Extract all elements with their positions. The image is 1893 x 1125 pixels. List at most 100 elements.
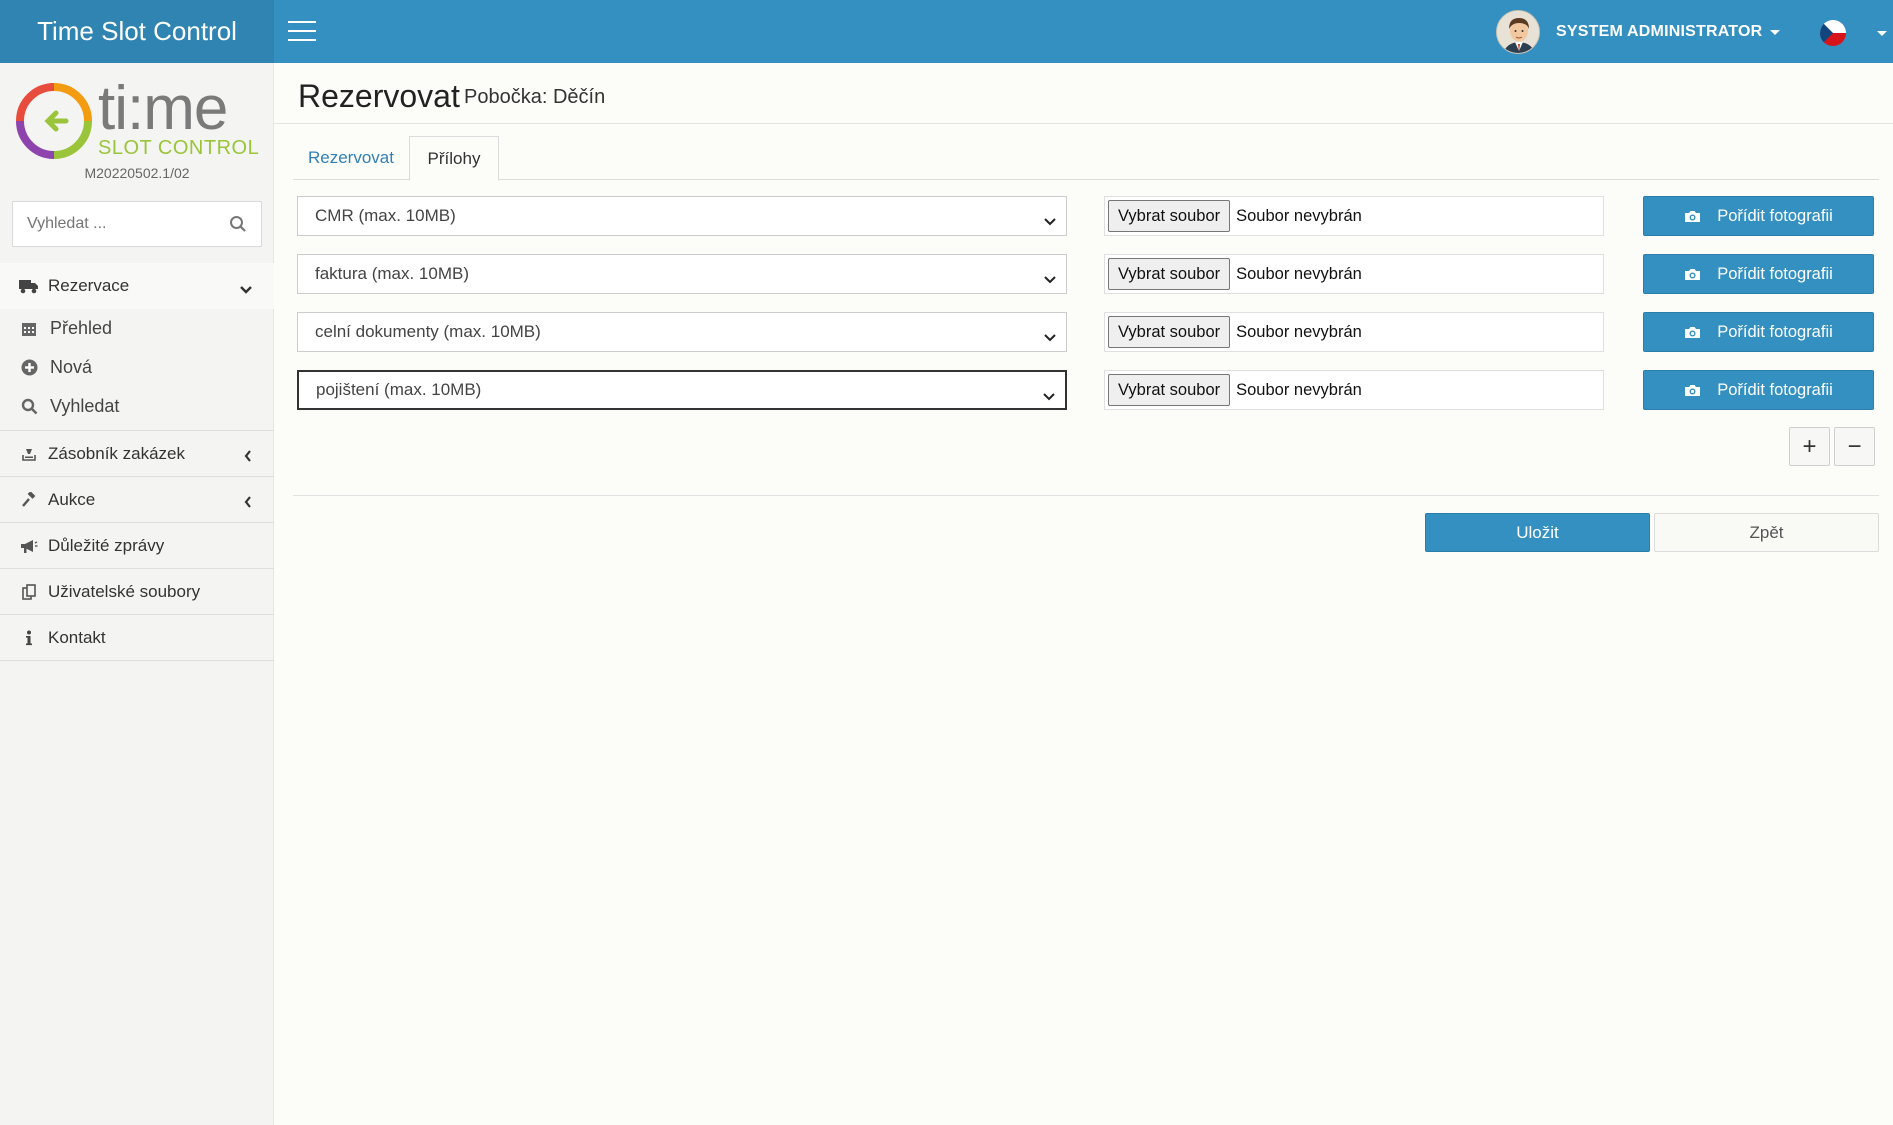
caret-icon[interactable]: [1770, 29, 1781, 35]
sidebar-item-label: Kontakt: [48, 627, 106, 647]
czech-flag-icon[interactable]: [1820, 20, 1846, 46]
chevron-down-icon: [1044, 269, 1056, 289]
sidebar-item-kontakt[interactable]: Kontakt: [0, 615, 274, 661]
top-bar: Time Slot Control SYSTEM ADMINISTRATOR: [0, 0, 1893, 63]
take-photo-button[interactable]: Pořídit fotografii: [1643, 254, 1874, 294]
file-input: Vybrat soubor Soubor nevybrán: [1104, 312, 1604, 352]
user-menu[interactable]: SYSTEM ADMINISTRATOR: [1496, 10, 1781, 54]
choose-file-button[interactable]: Vybrat soubor: [1108, 316, 1231, 348]
attachment-row: CMR (max. 10MB) Vybrat soubor Soubor nev…: [297, 196, 1874, 236]
page-title: Rezervovat: [298, 78, 460, 114]
choose-file-button[interactable]: Vybrat soubor: [1108, 374, 1231, 406]
sidebar-item-zasobnik[interactable]: Zásobník zakázek: [0, 431, 274, 477]
sidebar-item-nova[interactable]: Nová: [0, 348, 274, 387]
logo-subtext: SLOT CONTROL: [98, 137, 260, 159]
attachment-type-select[interactable]: faktura (max. 10MB): [297, 254, 1067, 294]
camera-icon: [1684, 268, 1701, 281]
file-input: Vybrat soubor Soubor nevybrán: [1104, 370, 1604, 410]
avatar: [1496, 10, 1540, 54]
form-divider: [293, 495, 1879, 496]
sidebar-item-vyhledat[interactable]: Vyhledat: [0, 387, 274, 426]
select-value: pojištení (max. 10MB): [316, 380, 482, 399]
search-input[interactable]: [25, 202, 225, 246]
truck-icon: [18, 277, 40, 295]
attachment-type-select[interactable]: celní dokumenty (max. 10MB): [297, 312, 1067, 352]
take-photo-button[interactable]: Pořídit fotografii: [1643, 196, 1874, 236]
attachment-type-select[interactable]: pojištení (max. 10MB): [297, 370, 1067, 410]
take-photo-label: Pořídit fotografii: [1717, 206, 1833, 225]
attachment-row: pojištení (max. 10MB) Vybrat soubor Soub…: [297, 370, 1874, 410]
tab-rezervovat[interactable]: Rezervovat: [293, 136, 409, 180]
take-photo-button[interactable]: Pořídit fotografii: [1643, 312, 1874, 352]
sidebar: ti:me SLOT CONTROL M20220502.1/02 Rezerv…: [0, 63, 274, 1125]
select-value: CMR (max. 10MB): [315, 206, 456, 225]
camera-icon: [1684, 384, 1701, 397]
tab-prilohy[interactable]: Přílohy: [409, 136, 499, 181]
camera-icon: [1684, 210, 1701, 223]
file-status: Soubor nevybrán: [1236, 206, 1362, 225]
chevron-down-icon: [1043, 386, 1055, 406]
save-button[interactable]: Uložit: [1425, 513, 1650, 552]
back-button[interactable]: Zpět: [1654, 513, 1879, 552]
tab-bar: Rezervovat Přílohy: [293, 136, 1879, 181]
choose-file-button[interactable]: Vybrat soubor: [1108, 258, 1231, 290]
sidebar-item-label: Aukce: [48, 489, 96, 509]
inbox-icon: [18, 445, 40, 463]
add-row-button[interactable]: +: [1789, 427, 1830, 466]
user-name[interactable]: SYSTEM ADMINISTRATOR: [1556, 23, 1762, 41]
file-status: Soubor nevybrán: [1236, 264, 1362, 283]
sidebar-menu: Rezervace Přehled Nová Vyhledat Zásobník…: [0, 263, 274, 661]
header-divider: [274, 123, 1893, 124]
file-input: Vybrat soubor Soubor nevybrán: [1104, 254, 1604, 294]
megaphone-icon: [18, 537, 40, 555]
take-photo-label: Pořídit fotografii: [1717, 322, 1833, 341]
calendar-icon: [18, 321, 40, 337]
take-photo-button[interactable]: Pořídit fotografii: [1643, 370, 1874, 410]
attachment-type-select[interactable]: CMR (max. 10MB): [297, 196, 1067, 236]
chevron-down-icon: [1044, 211, 1056, 231]
sidebar-item-label: Důležité zprávy: [48, 535, 165, 555]
chevron-left-icon: [244, 493, 252, 513]
sidebar-search: [12, 201, 262, 247]
logo-text: ti:me: [98, 74, 228, 143]
plus-circle-icon: [18, 359, 40, 376]
search-icon[interactable]: [229, 215, 247, 238]
select-value: celní dokumenty (max. 10MB): [315, 322, 541, 341]
gavel-icon: [18, 491, 40, 509]
camera-icon: [1684, 326, 1701, 339]
page-subtitle: Pobočka: Děčín: [464, 86, 606, 108]
chevron-down-icon: [240, 279, 252, 299]
logo-ring-icon: [16, 83, 92, 159]
menu-icon[interactable]: [288, 21, 316, 41]
attachment-row: faktura (max. 10MB) Vybrat soubor Soubor…: [297, 254, 1874, 294]
sidebar-item-rezervace[interactable]: Rezervace: [0, 263, 274, 309]
chevron-down-icon: [1044, 327, 1056, 347]
sidebar-item-label: Přehled: [50, 318, 113, 338]
search-icon: [18, 398, 40, 415]
sidebar-item-aukce[interactable]: Aukce: [0, 477, 274, 523]
sidebar-item-prehled[interactable]: Přehled: [0, 309, 274, 348]
sidebar-item-label: Vyhledat: [50, 396, 120, 416]
logo[interactable]: ti:me SLOT CONTROL: [14, 73, 260, 173]
chevron-left-icon: [244, 447, 252, 467]
caret-icon[interactable]: [1877, 31, 1887, 36]
app-title[interactable]: Time Slot Control: [0, 0, 274, 63]
files-icon: [18, 583, 40, 601]
take-photo-label: Pořídit fotografii: [1717, 380, 1833, 399]
version-label: M20220502.1/02: [84, 165, 190, 181]
take-photo-label: Pořídit fotografii: [1717, 264, 1833, 283]
info-icon: [18, 629, 40, 647]
select-value: faktura (max. 10MB): [315, 264, 469, 283]
remove-row-button[interactable]: −: [1834, 427, 1875, 466]
sidebar-item-zpravy[interactable]: Důležité zprávy: [0, 523, 274, 569]
sidebar-item-label: Zásobník zakázek: [48, 443, 186, 463]
file-status: Soubor nevybrán: [1236, 322, 1362, 341]
attachment-row: celní dokumenty (max. 10MB) Vybrat soubo…: [297, 312, 1874, 352]
submenu-rezervace: Rezervace Přehled Nová Vyhledat: [0, 263, 274, 431]
file-input: Vybrat soubor Soubor nevybrán: [1104, 196, 1604, 236]
sidebar-item-label: Nová: [50, 357, 93, 377]
sidebar-item-soubory[interactable]: Uživatelské soubory: [0, 569, 274, 615]
file-status: Soubor nevybrán: [1236, 380, 1362, 399]
sidebar-item-label: Uživatelské soubory: [48, 581, 201, 601]
choose-file-button[interactable]: Vybrat soubor: [1108, 200, 1231, 232]
